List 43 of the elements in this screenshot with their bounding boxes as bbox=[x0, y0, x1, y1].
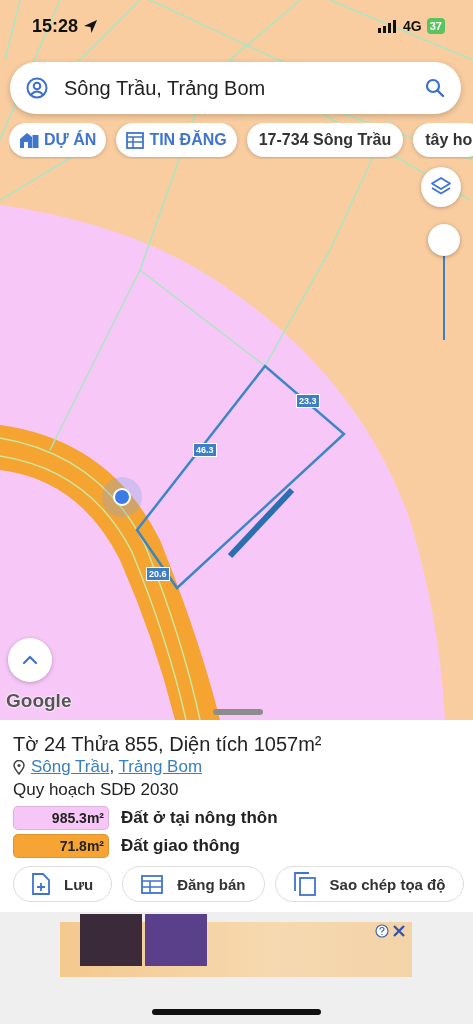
search-icon[interactable] bbox=[425, 78, 445, 98]
network-type: 4G bbox=[403, 18, 422, 34]
chevron-up-icon bbox=[22, 655, 38, 665]
category-chip[interactable]: DỰ ÁN bbox=[9, 123, 107, 157]
house-icon bbox=[19, 131, 39, 149]
add-file-icon bbox=[32, 873, 50, 895]
drag-handle[interactable] bbox=[213, 709, 263, 715]
photo-placeholder bbox=[145, 914, 207, 966]
copy-icon bbox=[293, 872, 316, 896]
calendar-icon bbox=[126, 131, 145, 149]
search-suggestion-chip[interactable]: 17-734 Sông Trầu bbox=[246, 123, 404, 157]
address-separator: , bbox=[109, 757, 116, 776]
category-chip[interactable]: TIN ĐĂNG bbox=[116, 123, 237, 157]
zone-area-tag: 71.8m² bbox=[13, 834, 109, 858]
address-link[interactable]: Sông Trầu bbox=[31, 757, 110, 776]
edge-length-label: 23.3 bbox=[296, 394, 320, 408]
zone-name: Đất giao thông bbox=[121, 836, 240, 856]
map-attribution: Google bbox=[6, 690, 72, 712]
close-icon[interactable] bbox=[392, 924, 406, 938]
location-arrow-icon bbox=[83, 18, 99, 34]
edge-length-label: 20.6 bbox=[146, 567, 170, 581]
zoom-slider-thumb[interactable] bbox=[428, 224, 460, 256]
location-pin-icon bbox=[13, 759, 25, 775]
zone-name: Đất ở tại nông thôn bbox=[121, 808, 278, 828]
address-link[interactable]: Trảng Bom bbox=[118, 757, 203, 776]
post-button[interactable]: Đăng bán bbox=[122, 866, 265, 902]
copy-button[interactable]: Sao chép tọa độ bbox=[274, 866, 465, 902]
save-button[interactable]: Lưu bbox=[13, 866, 113, 902]
zone-area-tag: 985.3m² bbox=[13, 806, 109, 830]
calendar-icon bbox=[141, 874, 164, 894]
layers-icon[interactable] bbox=[421, 167, 461, 207]
help-icon[interactable] bbox=[375, 924, 389, 938]
search-field[interactable]: Sông Trầu, Trảng Bom bbox=[10, 62, 461, 114]
search-suggestion-chip[interactable]: tây ho bbox=[413, 123, 473, 157]
parcel-title: Tờ 24 Thửa 855, Diện tích 1057m² bbox=[13, 732, 323, 756]
status-time: 15:28 bbox=[32, 15, 79, 37]
signal-icon bbox=[378, 19, 399, 33]
account-icon[interactable] bbox=[26, 77, 48, 99]
search-field[interactable]: Sông Trầu, Trảng Bom bbox=[64, 76, 409, 100]
edge-length-label: 46.3 bbox=[193, 443, 217, 457]
plan-title: Quy hoạch SDĐ 2030 bbox=[13, 779, 180, 801]
current-location-marker bbox=[102, 477, 142, 517]
photo-placeholder bbox=[80, 914, 142, 966]
